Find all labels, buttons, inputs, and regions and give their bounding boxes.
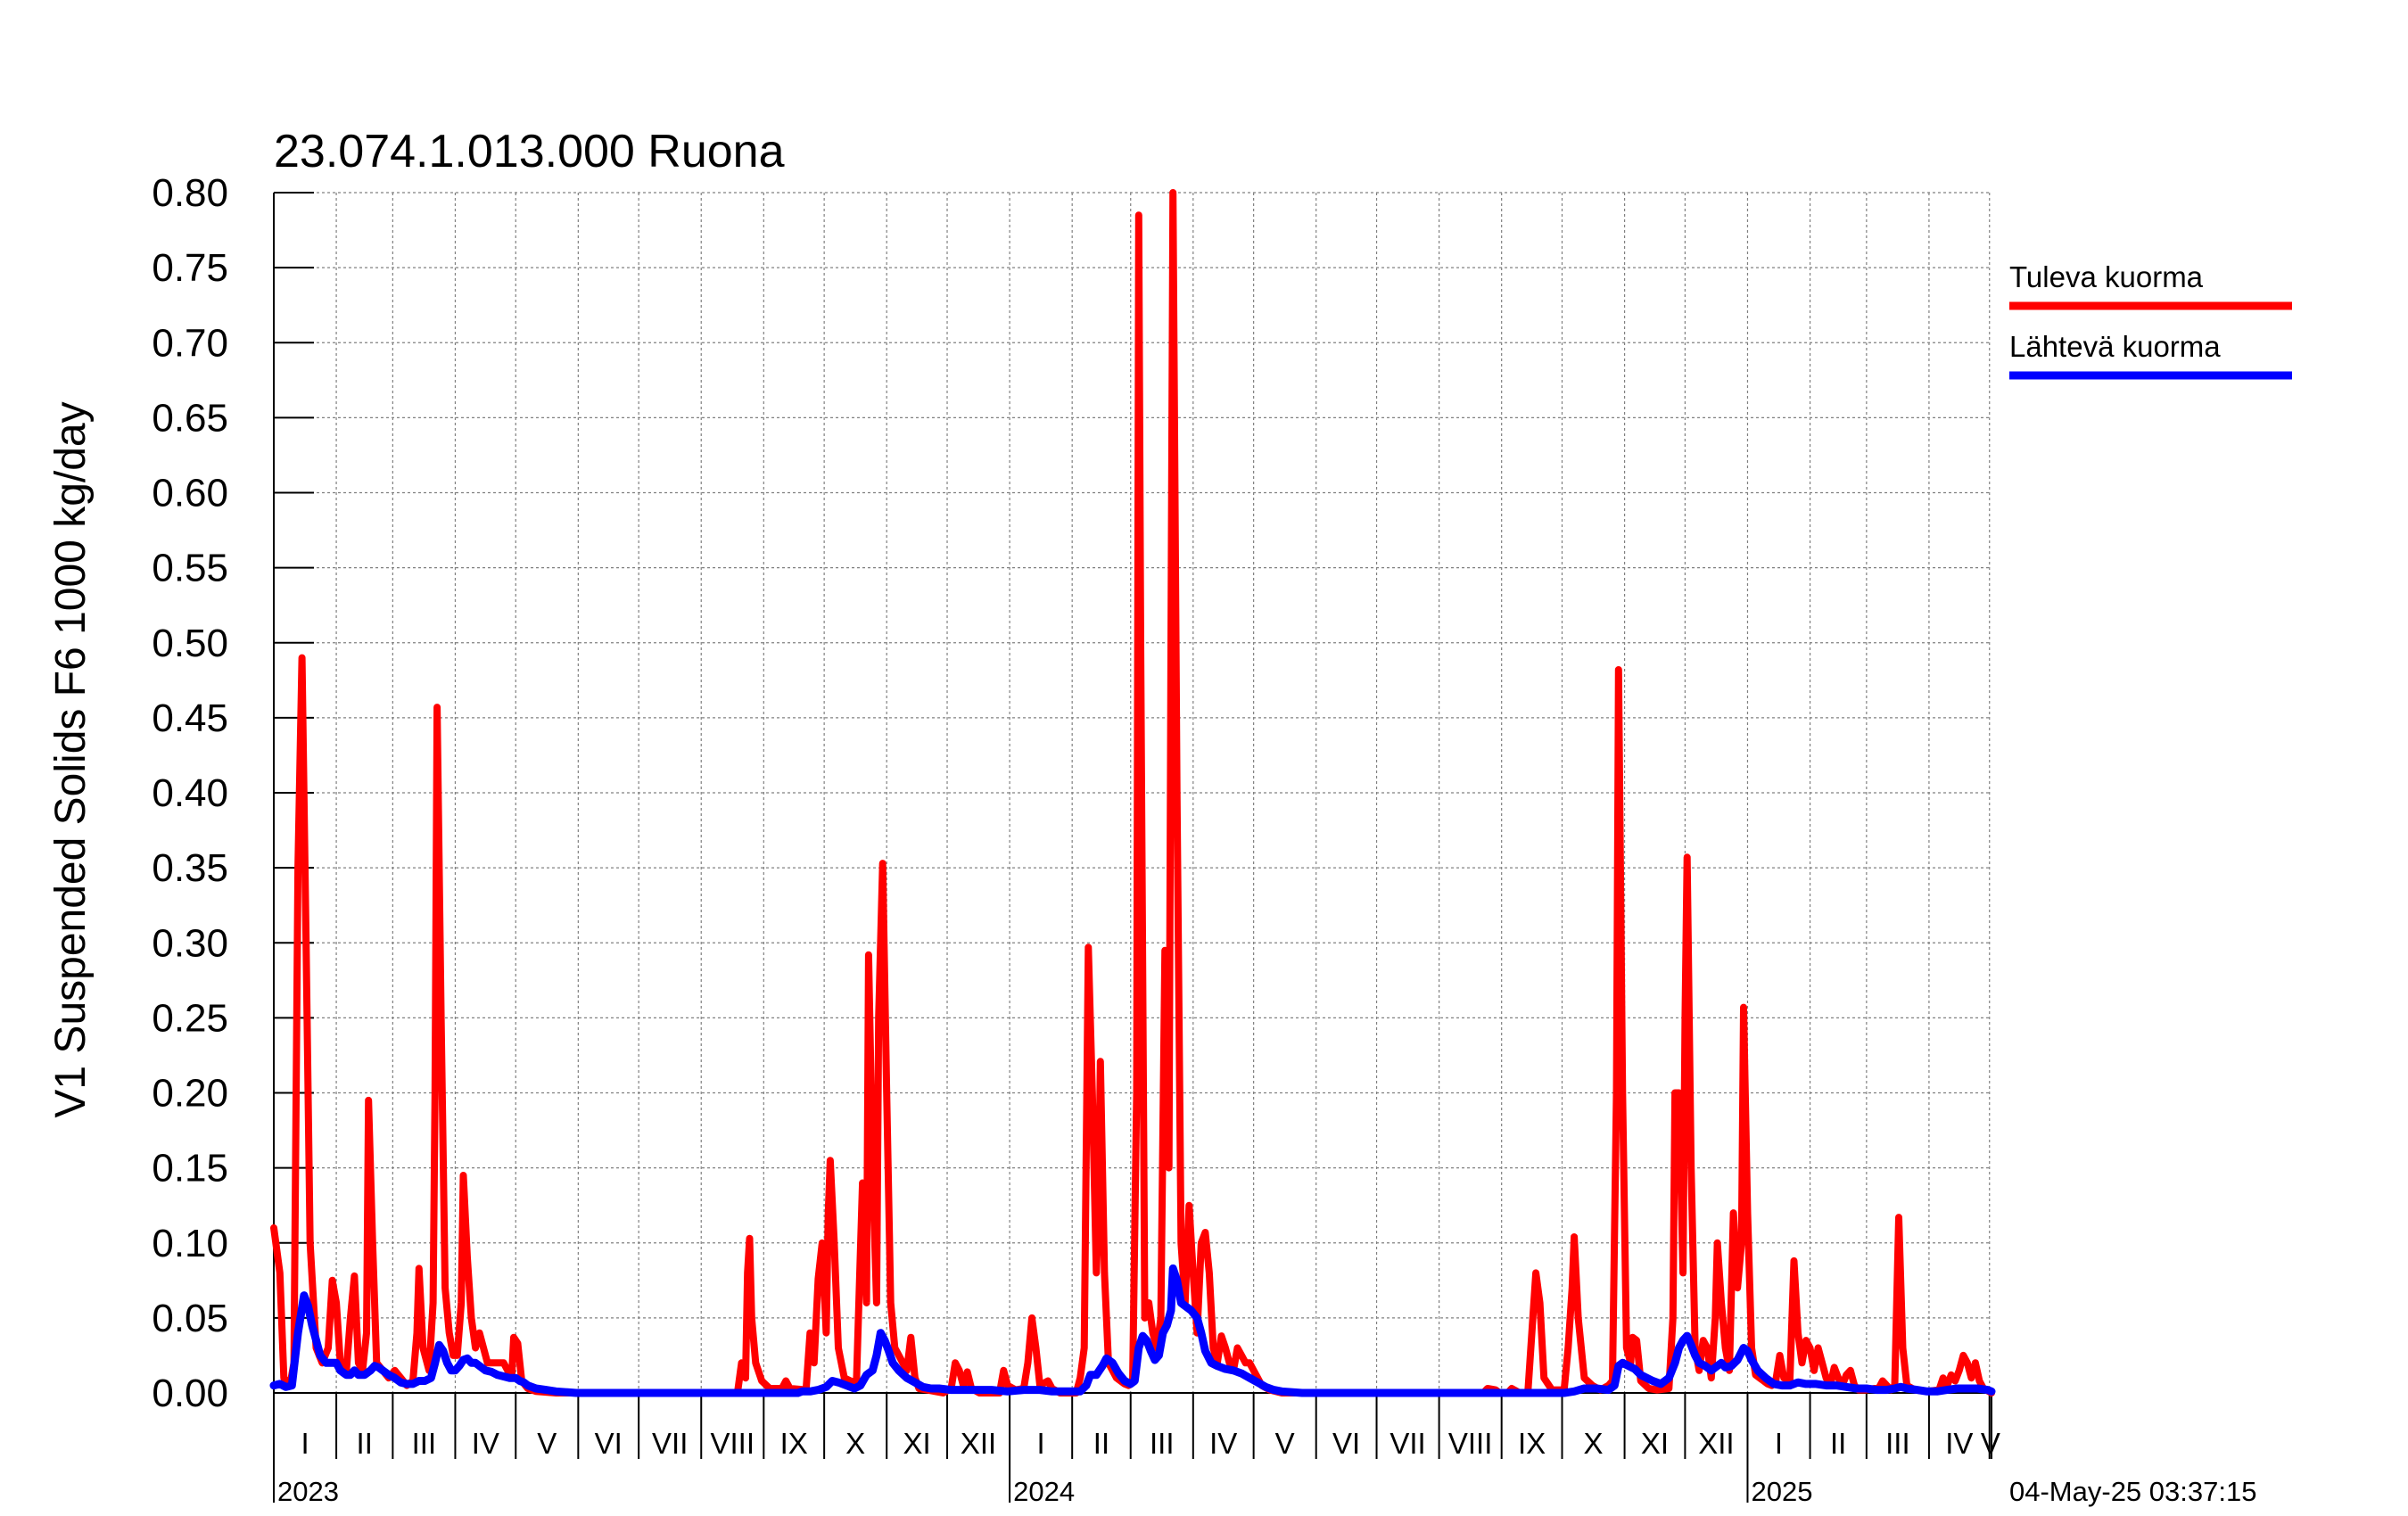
y-tick-label: 0.55 [152,547,228,590]
month-label: VIII [1448,1427,1493,1460]
month-label: X [845,1427,865,1460]
y-tick-labels: 0.00 0.05 0.10 0.15 0.20 0.25 0.30 0.35 0.40 0.45… [152,171,228,1415]
y-tick-label: 0.05 [152,1297,228,1340]
y-tick-label: 0.25 [152,996,228,1040]
month-label: V [1981,1427,2000,1460]
y-axis-label: V1 Suspended Solids F6 1000 kg/day [47,401,95,1117]
month-label: VI [595,1427,623,1460]
month-label: IV [1945,1427,1973,1460]
y-tick-label: 0.00 [152,1372,228,1415]
month-label: III [1885,1427,1910,1460]
y-tick-label: 0.10 [152,1222,228,1265]
month-label: IX [780,1427,808,1460]
month-label: XII [1698,1427,1734,1460]
year-label: 2024 [1013,1476,1075,1507]
y-tick-label: 0.80 [152,171,228,215]
month-label: I [301,1427,309,1460]
y-tick-label: 0.35 [152,846,228,890]
month-label: IV [472,1427,499,1460]
month-label: IV [1209,1427,1237,1460]
chart: 0.00 0.05 0.10 0.15 0.20 0.25 0.30 0.35 0.40 0.45… [47,126,2292,1507]
month-label: X [1584,1427,1604,1460]
y-tick-label: 0.50 [152,622,228,665]
month-label: II [357,1427,373,1460]
timestamp: 04-May-25 03:37:15 [2009,1476,2256,1507]
legend-label-tuleva: Tuleva kuorma [2009,260,2204,293]
chart-title: 23.074.1.013.000 Ruona [274,126,785,177]
x-tick-labels: I II III IV V VI VII VIII IX X XI XII I II III IV V VI VII… [277,1427,2000,1507]
month-label: XI [1641,1427,1669,1460]
month-label: V [1275,1427,1295,1460]
month-label: VI [1332,1427,1360,1460]
month-label: XII [961,1427,996,1460]
y-tick-label: 0.60 [152,472,228,515]
y-tick-label: 0.65 [152,396,228,440]
month-label: I [1037,1427,1045,1460]
legend-label-lahteva: Lähtevä kuorma [2009,330,2221,363]
month-label: III [412,1427,437,1460]
y-tick-label: 0.70 [152,321,228,365]
legend: Tuleva kuorma Lähtevä kuorma [2009,260,2292,380]
month-label: XI [903,1427,931,1460]
month-label: II [1093,1427,1109,1460]
month-label: VII [1390,1427,1425,1460]
month-label: I [1775,1427,1783,1460]
y-tick-label: 0.30 [152,921,228,965]
month-label: III [1150,1427,1175,1460]
year-label: 2025 [1751,1476,1812,1507]
month-label: V [537,1427,557,1460]
y-tick-label: 0.40 [152,771,228,815]
month-label: IX [1518,1427,1546,1460]
y-tick-label: 0.20 [152,1072,228,1116]
y-tick-label: 0.75 [152,246,228,290]
month-label: II [1830,1427,1846,1460]
month-label: VII [652,1427,688,1460]
year-label: 2023 [277,1476,339,1507]
month-label: VIII [711,1427,755,1460]
y-tick-label: 0.45 [152,696,228,740]
y-tick-label: 0.15 [152,1147,228,1191]
